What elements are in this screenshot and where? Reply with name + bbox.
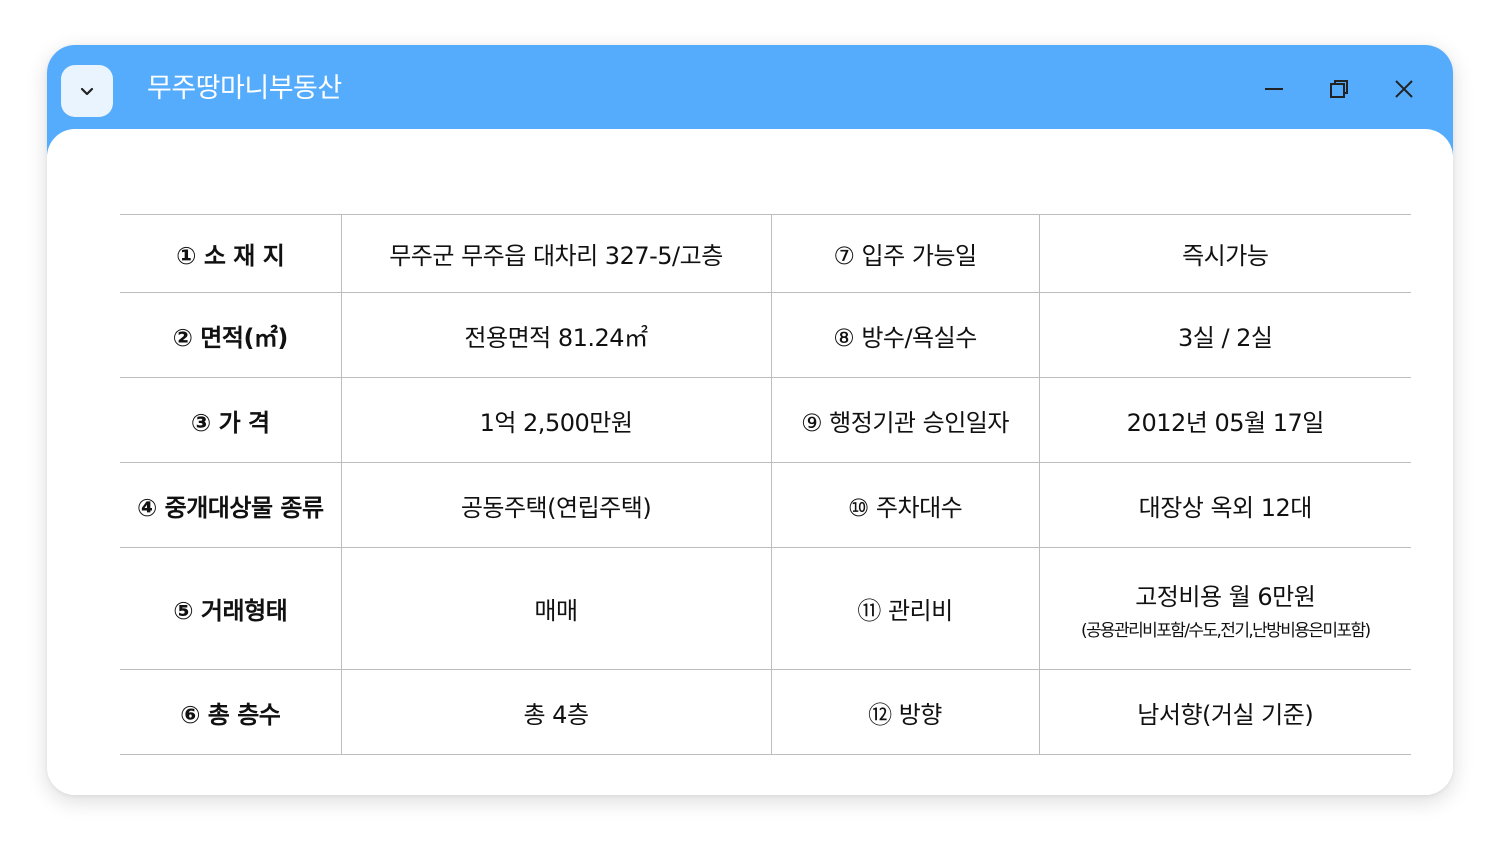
field-value: 즉시가능: [1038, 214, 1411, 293]
field-label: ⑦ 입주 가능일: [770, 214, 1039, 293]
field-value: 총 4층: [340, 669, 771, 755]
minimize-button[interactable]: [1254, 69, 1294, 109]
table-row: ⑥ 총 층수 총 4층 ⑫ 방향 남서향(거실 기준): [120, 669, 1411, 755]
field-value: 2012년 05월 17일: [1038, 377, 1411, 463]
field-value: 3실 / 2실: [1038, 292, 1411, 378]
table-row: ⑤ 거래형태 매매 ⑪ 관리비 고정비용 월 6만원 (공용관리비포함/수도,전…: [120, 547, 1411, 670]
field-label: ⑨ 행정기관 승인일자: [770, 377, 1039, 463]
table-row: ③ 가 격 1억 2,500만원 ⑨ 행정기관 승인일자 2012년 05월 1…: [120, 377, 1411, 463]
field-label: ④ 중개대상물 종류: [120, 462, 341, 548]
field-value: 고정비용 월 6만원: [1135, 582, 1316, 611]
window-content: ① 소 재 지 무주군 무주읍 대차리 327-5/고층 ⑦ 입주 가능일 즉시…: [47, 129, 1453, 795]
window-title: 무주땅마니부동산: [147, 73, 342, 104]
field-value: 무주군 무주읍 대차리 327-5/고층: [340, 214, 771, 293]
close-icon: [1395, 80, 1413, 98]
table-row: ① 소 재 지 무주군 무주읍 대차리 327-5/고층 ⑦ 입주 가능일 즉시…: [120, 214, 1411, 293]
field-value: 남서향(거실 기준): [1038, 669, 1411, 755]
field-value: 매매: [340, 547, 771, 670]
chevron-down-icon: [80, 87, 94, 96]
field-value: 1억 2,500만원: [340, 377, 771, 463]
field-label: ③ 가 격: [120, 377, 341, 463]
field-label: ⑧ 방수/욕실수: [770, 292, 1039, 378]
menu-toggle-button[interactable]: [61, 65, 113, 117]
close-button[interactable]: [1384, 69, 1424, 109]
property-info-table: ① 소 재 지 무주군 무주읍 대차리 327-5/고층 ⑦ 입주 가능일 즉시…: [120, 214, 1411, 755]
app-window: 무주땅마니부동산 ① 소 재 지 무주군 무주읍 대차리 327-5/고층 ⑦ …: [47, 45, 1453, 795]
field-label: ② 면적(㎡): [120, 292, 341, 378]
field-label: ① 소 재 지: [120, 214, 341, 293]
restore-icon: [1330, 80, 1348, 98]
field-value-cell: 고정비용 월 6만원 (공용관리비포함/수도,전기,난방비용은미포함): [1038, 547, 1411, 670]
table-row: ② 면적(㎡) 전용면적 81.24㎡ ⑧ 방수/욕실수 3실 / 2실: [120, 292, 1411, 378]
field-label: ⑥ 총 층수: [120, 669, 341, 755]
field-label: ⑫ 방향: [770, 669, 1039, 755]
minimize-icon: [1265, 88, 1283, 90]
field-label: ⑩ 주차대수: [770, 462, 1039, 548]
table-row: ④ 중개대상물 종류 공동주택(연립주택) ⑩ 주차대수 대장상 옥외 12대: [120, 462, 1411, 548]
field-value: 전용면적 81.24㎡: [340, 292, 771, 378]
field-value-note: (공용관리비포함/수도,전기,난방비용은미포함): [1080, 620, 1371, 641]
restore-button[interactable]: [1319, 69, 1359, 109]
field-label: ⑪ 관리비: [770, 547, 1039, 670]
field-label: ⑤ 거래형태: [120, 547, 341, 670]
field-value: 공동주택(연립주택): [340, 462, 771, 548]
field-value: 대장상 옥외 12대: [1038, 462, 1411, 548]
